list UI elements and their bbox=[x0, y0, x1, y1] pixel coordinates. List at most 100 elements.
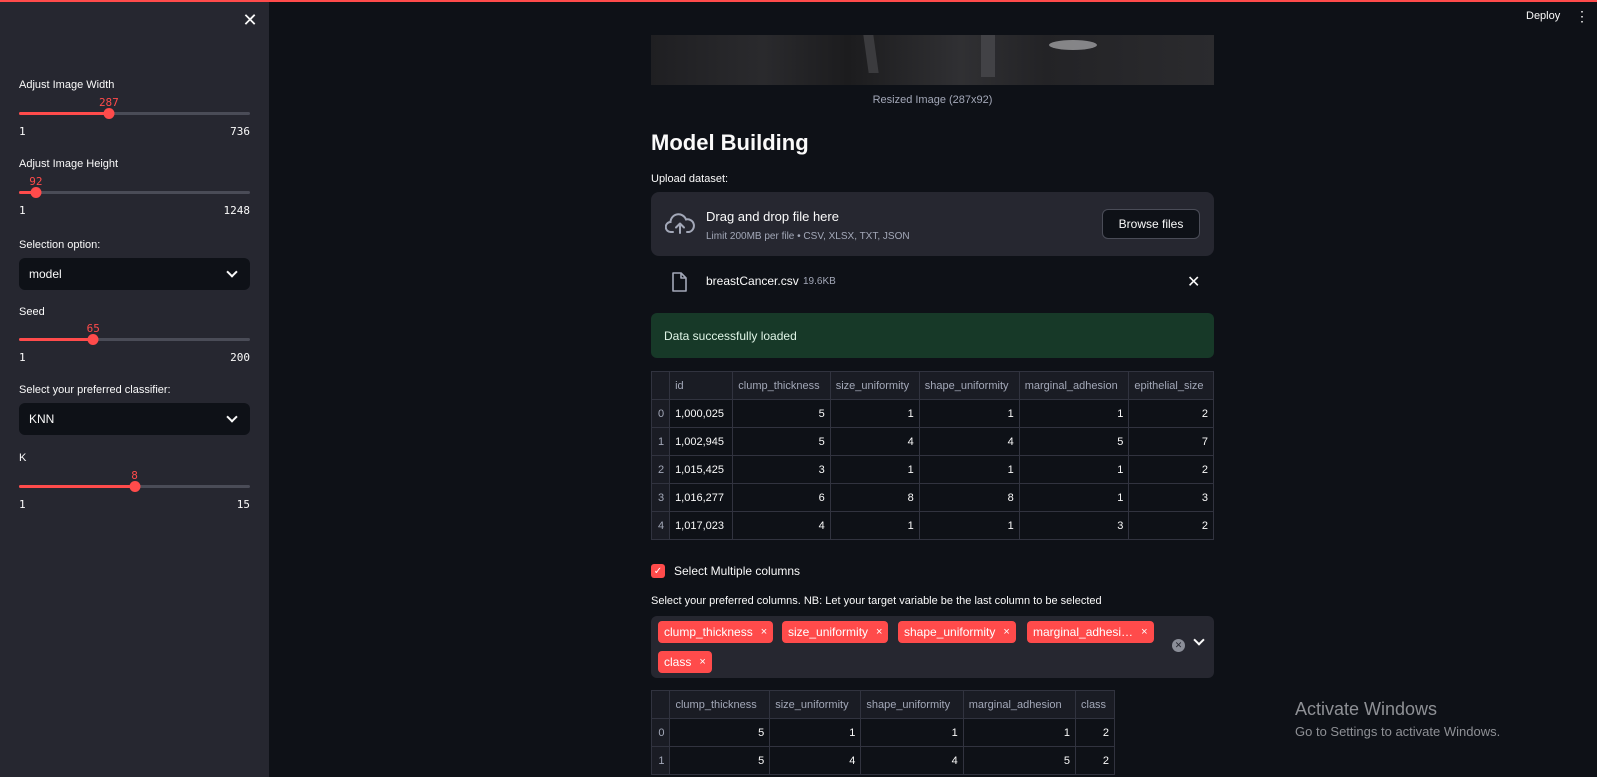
remove-file-icon[interactable]: ✕ bbox=[1187, 272, 1200, 292]
table-cell[interactable]: 1,017,023 bbox=[669, 511, 734, 540]
table-cell[interactable]: 1 bbox=[829, 399, 920, 428]
close-sidebar-icon[interactable]: ✕ bbox=[240, 10, 260, 30]
page-title: Model Building bbox=[651, 130, 809, 155]
dataframe-table[interactable]: id clump_thickness size_uniformity shape_un… bbox=[650, 371, 1214, 540]
table-cell[interactable]: 1 bbox=[769, 718, 862, 747]
selected-columns-table[interactable]: clump_thickness size_uniformity shape_unif… bbox=[650, 690, 1115, 775]
selected-column-tag[interactable]: size_uniformity × bbox=[782, 621, 889, 643]
tag-label: size_uniformity bbox=[788, 625, 869, 639]
column-header[interactable]: marginal_adhesion bbox=[1018, 371, 1130, 400]
table-cell[interactable]: 2 bbox=[1128, 399, 1214, 428]
table-cell[interactable]: 2 bbox=[1128, 455, 1214, 484]
column-header[interactable]: size_uniformity bbox=[829, 371, 920, 400]
chevron-down-icon bbox=[226, 266, 238, 278]
slider-thumb[interactable] bbox=[129, 481, 140, 492]
row-index[interactable]: 4 bbox=[650, 511, 671, 540]
resized-image bbox=[651, 35, 1214, 85]
table-cell[interactable]: 1 bbox=[1018, 399, 1130, 428]
slider-thumb[interactable] bbox=[87, 334, 99, 345]
table-cell[interactable]: 4 bbox=[769, 746, 862, 775]
table-cell[interactable]: 4 bbox=[918, 427, 1020, 456]
checkbox-checked-icon[interactable]: ✓ bbox=[651, 564, 665, 578]
column-header[interactable]: shape_uniformity bbox=[918, 371, 1020, 400]
remove-tag-icon[interactable]: × bbox=[1141, 626, 1147, 638]
columns-multiselect[interactable]: ✕ clump_thickness × size_uniformity × shape_… bbox=[651, 616, 1214, 678]
column-header[interactable]: marginal_adhesion bbox=[962, 690, 1077, 719]
table-cell[interactable]: 8 bbox=[829, 483, 920, 512]
row-index[interactable]: 0 bbox=[650, 718, 671, 747]
slider-track[interactable] bbox=[19, 191, 250, 194]
table-cell[interactable]: 2 bbox=[1075, 746, 1115, 775]
clear-all-icon[interactable]: ✕ bbox=[1172, 639, 1185, 652]
seed-slider[interactable]: 65 1 200 bbox=[19, 322, 250, 364]
selected-column-tag[interactable]: marginal_adhesi… × bbox=[1027, 621, 1154, 643]
table-cell[interactable]: 5 bbox=[669, 718, 771, 747]
main-menu-icon[interactable]: ⋮ bbox=[1575, 9, 1589, 23]
table-cell[interactable]: 1 bbox=[1018, 455, 1130, 484]
slider-thumb[interactable] bbox=[103, 108, 115, 119]
selected-column-tag[interactable]: shape_uniformity × bbox=[898, 621, 1016, 643]
table-cell[interactable]: 6 bbox=[732, 483, 831, 512]
row-index[interactable]: 0 bbox=[650, 399, 671, 428]
row-index[interactable]: 1 bbox=[650, 746, 671, 775]
table-cell[interactable]: 4 bbox=[829, 427, 920, 456]
column-header[interactable]: class bbox=[1075, 690, 1115, 719]
table-cell[interactable]: 1,000,025 bbox=[669, 399, 734, 428]
table-cell[interactable]: 5 bbox=[732, 427, 831, 456]
table-row: 3 1,016,277 6 8 8 1 3 bbox=[650, 483, 1214, 512]
index-header bbox=[650, 690, 671, 719]
table-cell[interactable]: 4 bbox=[732, 511, 831, 540]
chevron-down-icon[interactable] bbox=[1193, 634, 1207, 646]
remove-tag-icon[interactable]: × bbox=[1003, 626, 1009, 638]
table-cell[interactable]: 1 bbox=[829, 511, 920, 540]
table-cell[interactable]: 8 bbox=[918, 483, 1020, 512]
table-cell[interactable]: 1,015,425 bbox=[669, 455, 734, 484]
table-cell[interactable]: 5 bbox=[962, 746, 1077, 775]
selected-column-tag[interactable]: class × bbox=[658, 651, 712, 673]
table-cell[interactable]: 5 bbox=[1018, 427, 1130, 456]
row-index[interactable]: 1 bbox=[650, 427, 671, 456]
column-header[interactable]: size_uniformity bbox=[769, 690, 862, 719]
column-header[interactable]: epithelial_size bbox=[1128, 371, 1214, 400]
table-cell[interactable]: 2 bbox=[1075, 718, 1115, 747]
image-detail bbox=[863, 35, 879, 73]
slider-thumb[interactable] bbox=[30, 187, 42, 198]
selected-column-tag[interactable]: clump_thickness × bbox=[658, 621, 774, 643]
remove-tag-icon[interactable]: × bbox=[876, 626, 882, 638]
column-header[interactable]: clump_thickness bbox=[732, 371, 831, 400]
multiple-columns-checkbox[interactable]: ✓ Select Multiple columns bbox=[651, 564, 800, 578]
table-cell[interactable]: 3 bbox=[1018, 511, 1130, 540]
classifier-select[interactable]: KNN bbox=[19, 403, 250, 435]
table-cell[interactable]: 2 bbox=[1128, 511, 1214, 540]
table-cell[interactable]: 1 bbox=[918, 399, 1020, 428]
table-cell[interactable]: 1,016,277 bbox=[669, 483, 734, 512]
table-cell[interactable]: 4 bbox=[860, 746, 964, 775]
table-cell[interactable]: 3 bbox=[732, 455, 831, 484]
row-index[interactable]: 2 bbox=[650, 455, 671, 484]
browse-files-button[interactable]: Browse files bbox=[1102, 209, 1200, 239]
column-header[interactable]: id bbox=[669, 371, 734, 400]
table-cell[interactable]: 1 bbox=[962, 718, 1077, 747]
selection-option-select[interactable]: model bbox=[19, 258, 250, 290]
column-header[interactable]: clump_thickness bbox=[669, 690, 771, 719]
table-cell[interactable]: 1 bbox=[829, 455, 920, 484]
table-cell[interactable]: 5 bbox=[669, 746, 771, 775]
remove-tag-icon[interactable]: × bbox=[699, 656, 705, 668]
table-cell[interactable]: 7 bbox=[1128, 427, 1214, 456]
table-cell[interactable]: 5 bbox=[732, 399, 831, 428]
table-cell[interactable]: 1 bbox=[1018, 483, 1130, 512]
file-dropzone[interactable]: Drag and drop file here Limit 200MB per … bbox=[651, 192, 1214, 256]
table-cell[interactable]: 1 bbox=[860, 718, 964, 747]
width-slider[interactable]: 287 1 736 bbox=[19, 96, 250, 138]
column-header[interactable]: shape_uniformity bbox=[860, 690, 964, 719]
table-cell[interactable]: 1,002,945 bbox=[669, 427, 734, 456]
row-index[interactable]: 3 bbox=[650, 483, 671, 512]
height-slider[interactable]: 92 1 1248 bbox=[19, 175, 250, 217]
k-slider[interactable]: 8 1 15 bbox=[19, 469, 250, 511]
table-cell[interactable]: 1 bbox=[918, 455, 1020, 484]
deploy-button[interactable]: Deploy bbox=[1526, 10, 1560, 22]
table-cell[interactable]: 3 bbox=[1128, 483, 1214, 512]
success-alert: Data successfully loaded bbox=[651, 313, 1214, 358]
table-cell[interactable]: 1 bbox=[918, 511, 1020, 540]
remove-tag-icon[interactable]: × bbox=[761, 626, 767, 638]
